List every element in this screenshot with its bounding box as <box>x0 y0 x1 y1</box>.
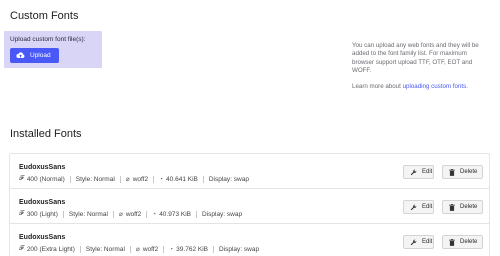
font-row: EudoxusSans 𝓕 400 (Normal) Style: Normal … <box>10 154 489 189</box>
font-weight-icon: 𝓕 <box>19 210 24 217</box>
wrench-icon <box>410 169 417 175</box>
cloud-upload-icon <box>16 52 25 58</box>
upload-button[interactable]: Upload <box>10 48 59 63</box>
font-meta: 𝓕 200 (Extra Light) Style: Normal ⌀ woff2 … <box>19 245 259 253</box>
paperclip-icon: ⌀ <box>135 246 140 253</box>
font-name: EudoxusSans <box>19 199 66 206</box>
learn-more-prefix: Learn more about <box>352 82 403 90</box>
learn-more-suffix: . <box>466 82 468 90</box>
font-weight-icon: 𝓕 <box>19 245 24 252</box>
upload-button-label: Upload <box>30 52 51 59</box>
gauge-icon: ◔ <box>169 245 174 253</box>
font-weight: 400 (Normal) <box>26 175 65 183</box>
font-meta: 𝓕 300 (Light) Style: Normal ⌀ woff2 ◔ 40.97… <box>19 210 242 218</box>
font-weight: 200 (Extra Light) <box>26 245 75 253</box>
edit-label: Edit <box>422 169 433 175</box>
delete-label: Delete <box>460 204 478 210</box>
paperclip-icon: ⌀ <box>125 176 130 183</box>
font-size: 40.973 KiB <box>159 210 191 218</box>
delete-button[interactable]: Delete <box>442 165 483 179</box>
edit-button[interactable]: Edit <box>403 235 434 249</box>
font-format: woff2 <box>132 175 149 183</box>
trash-icon <box>449 168 455 176</box>
trash-icon <box>449 203 455 211</box>
font-size: 39.762 KiB <box>176 245 208 253</box>
help-text: You can upload any web fonts and they wi… <box>352 42 479 75</box>
delete-button[interactable]: Delete <box>442 200 483 214</box>
paperclip-icon: ⌀ <box>118 211 123 218</box>
gauge-icon: ◔ <box>159 175 164 183</box>
font-format: woff2 <box>125 210 142 218</box>
custom-fonts-title: Custom Fonts <box>10 10 79 22</box>
font-weight: 300 (Light) <box>26 210 58 218</box>
learn-more: Learn more about uploading custom fonts. <box>352 83 487 91</box>
learn-more-link[interactable]: uploading custom fonts <box>403 83 467 90</box>
upload-help: You can upload any web fonts and they wi… <box>352 42 487 98</box>
font-format: woff2 <box>142 245 159 253</box>
font-display: Display: swap <box>208 175 249 183</box>
wrench-icon <box>410 204 417 210</box>
trash-icon <box>449 238 455 246</box>
installed-fonts-list: EudoxusSans 𝓕 400 (Normal) Style: Normal … <box>9 153 490 256</box>
delete-button[interactable]: Delete <box>442 235 483 249</box>
edit-label: Edit <box>422 239 433 245</box>
edit-label: Edit <box>422 204 433 210</box>
font-style: Style: Normal <box>75 175 115 183</box>
font-style: Style: Normal <box>85 245 125 253</box>
font-style: Style: Normal <box>68 210 108 218</box>
wrench-icon <box>410 239 417 245</box>
edit-button[interactable]: Edit <box>403 200 434 214</box>
edit-button[interactable]: Edit <box>403 165 434 179</box>
gauge-icon: ◔ <box>152 210 157 218</box>
font-size: 40.641 KiB <box>166 175 198 183</box>
font-row: EudoxusSans 𝓕 200 (Extra Light) Style: No… <box>10 224 489 256</box>
font-display: Display: swap <box>218 245 260 253</box>
installed-fonts-title: Installed Fonts <box>10 128 82 140</box>
font-name: EudoxusSans <box>19 234 66 241</box>
font-meta: 𝓕 400 (Normal) Style: Normal ⌀ woff2 ◔ 40.6… <box>19 175 249 183</box>
upload-label: Upload custom font file(s): <box>10 36 86 43</box>
delete-label: Delete <box>460 239 478 245</box>
delete-label: Delete <box>460 169 478 175</box>
font-display: Display: swap <box>202 210 243 218</box>
font-name: EudoxusSans <box>19 164 66 171</box>
font-weight-icon: 𝓕 <box>19 175 24 182</box>
font-row: EudoxusSans 𝓕 300 (Light) Style: Normal ⌀… <box>10 189 489 224</box>
upload-dropzone[interactable]: Upload custom font file(s): Upload <box>4 31 102 68</box>
